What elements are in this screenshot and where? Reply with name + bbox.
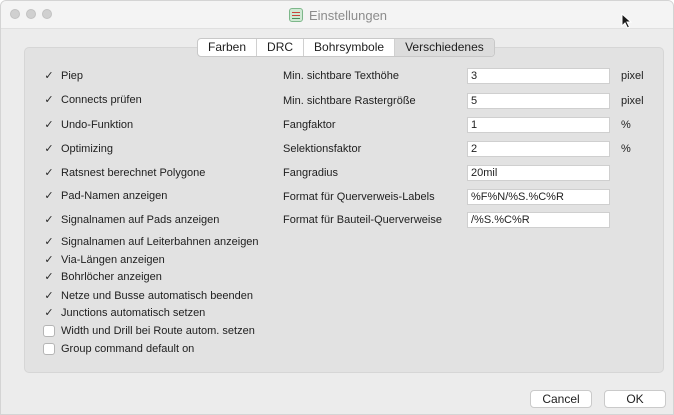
checkbox[interactable]: [43, 343, 55, 355]
field-label-fangradius: Fangradius: [283, 167, 339, 179]
field-label-selektionsfaktor: Selektionsfaktor: [283, 143, 362, 155]
field-label-rastergroesse: Min. sichtbare Rastergröße: [283, 95, 416, 107]
fangfaktor-input[interactable]: [467, 117, 610, 133]
option-label: Connects prüfen: [61, 94, 142, 106]
option-label: Junctions automatisch setzen: [61, 307, 206, 319]
option-undo-funktion[interactable]: ✓ Undo-Funktion: [43, 117, 133, 133]
option-label: Undo-Funktion: [61, 119, 134, 131]
settings-dialog: Einstellungen Farben DRC Bohrsymbole Ver…: [0, 0, 674, 415]
tab-bohrsymbole[interactable]: Bohrsymbole: [304, 39, 396, 56]
checkbox[interactable]: ✓: [43, 119, 55, 131]
tab-drc[interactable]: DRC: [257, 39, 305, 56]
option-width-drill[interactable]: Width und Drill bei Route autom. setzen: [43, 323, 255, 339]
option-via-laengen[interactable]: ✓ Via-Längen anzeigen: [43, 252, 165, 268]
selektionsfaktor-input[interactable]: [467, 141, 610, 157]
option-pad-namen[interactable]: ✓ Pad-Namen anzeigen: [43, 188, 167, 204]
option-label: Bohrlöcher anzeigen: [61, 271, 162, 283]
field-label-bauteil-querverweise: Format für Bauteil-Querverweise: [283, 214, 442, 226]
checkbox[interactable]: ✓: [43, 236, 55, 248]
option-label: Group command default on: [61, 343, 195, 355]
window-title: Einstellungen: [308, 7, 388, 23]
checkbox[interactable]: ✓: [43, 143, 55, 155]
unit-label: %: [621, 119, 631, 131]
texthoehe-input[interactable]: [467, 68, 610, 84]
bauteil-querverweise-input[interactable]: [467, 212, 610, 228]
unit-label: %: [621, 143, 631, 155]
checkbox[interactable]: ✓: [43, 290, 55, 302]
field-label-querverweis-labels: Format für Querverweis-Labels: [283, 191, 435, 203]
title-area: Einstellungen: [1, 1, 673, 29]
option-label: Signalnamen auf Leiterbahnen anzeigen: [61, 236, 259, 248]
checkbox[interactable]: ✓: [43, 94, 55, 106]
option-label: Pad-Namen anzeigen: [61, 190, 168, 202]
option-label: Netze und Busse automatisch beenden: [61, 290, 254, 302]
option-label: Via-Längen anzeigen: [61, 254, 165, 266]
mouse-pointer-icon: [621, 13, 633, 29]
checkbox[interactable]: ✓: [43, 190, 55, 202]
option-label: Signalnamen auf Pads anzeigen: [61, 214, 220, 226]
option-junctions[interactable]: ✓ Junctions automatisch setzen: [43, 305, 205, 321]
checkbox[interactable]: ✓: [43, 307, 55, 319]
querverweis-labels-input[interactable]: [467, 189, 610, 205]
checkbox[interactable]: ✓: [43, 214, 55, 226]
checkbox[interactable]: ✓: [43, 254, 55, 266]
cancel-button[interactable]: Cancel: [530, 390, 592, 408]
field-label-fangfaktor: Fangfaktor: [283, 119, 336, 131]
tab-verschiedenes[interactable]: Verschiedenes: [395, 39, 494, 56]
rastergroesse-input[interactable]: [467, 93, 610, 109]
checkbox[interactable]: ✓: [43, 271, 55, 283]
option-signalnamen-leiterbahnen[interactable]: ✓ Signalnamen auf Leiterbahnen anzeigen: [43, 234, 259, 250]
checkbox[interactable]: ✓: [43, 70, 55, 82]
option-label: Width und Drill bei Route autom. setzen: [61, 325, 255, 337]
option-optimizing[interactable]: ✓ Optimizing: [43, 141, 113, 157]
checkbox[interactable]: [43, 325, 55, 337]
option-piep[interactable]: ✓ Piep: [43, 68, 83, 84]
checkbox[interactable]: ✓: [43, 167, 55, 179]
option-label: Optimizing: [61, 143, 113, 155]
option-label: Ratsnest berechnet Polygone: [61, 167, 206, 179]
tab-bar: Farben DRC Bohrsymbole Verschiedenes: [197, 38, 495, 57]
unit-label: pixel: [621, 95, 644, 107]
option-ratsnest-polygone[interactable]: ✓ Ratsnest berechnet Polygone: [43, 165, 205, 181]
option-group-command[interactable]: Group command default on: [43, 341, 194, 357]
option-signalnamen-pads[interactable]: ✓ Signalnamen auf Pads anzeigen: [43, 212, 219, 228]
tab-farben[interactable]: Farben: [198, 39, 258, 56]
option-netze-busse[interactable]: ✓ Netze und Busse automatisch beenden: [43, 288, 253, 304]
option-connects-pruefen[interactable]: ✓ Connects prüfen: [43, 92, 142, 108]
app-icon: [288, 8, 303, 22]
ok-button[interactable]: OK: [604, 390, 666, 408]
field-label-texthoehe: Min. sichtbare Texthöhe: [283, 70, 399, 82]
fangradius-input[interactable]: [467, 165, 610, 181]
unit-label: pixel: [621, 70, 644, 82]
title-bar: Einstellungen: [1, 1, 673, 29]
option-label: Piep: [61, 70, 84, 82]
option-bohrloecher[interactable]: ✓ Bohrlöcher anzeigen: [43, 269, 162, 285]
